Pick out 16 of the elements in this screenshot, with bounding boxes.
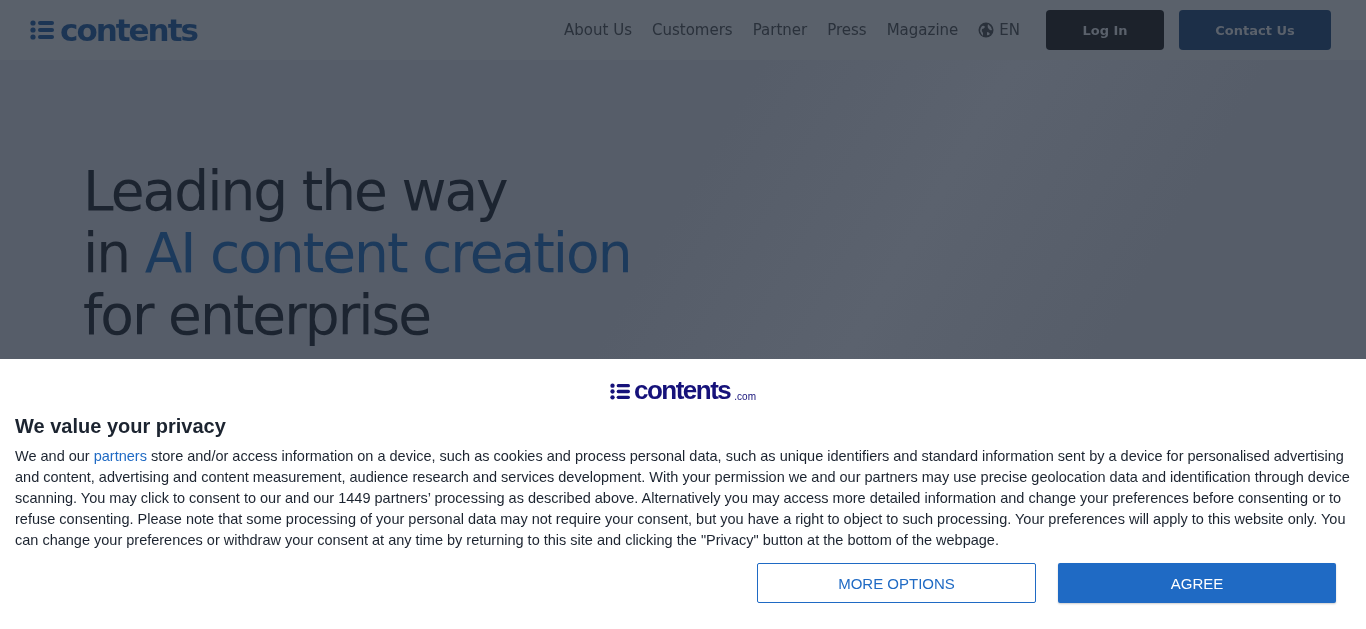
globe-icon [978,22,995,38]
login-button[interactable]: Log In [1046,10,1164,50]
headline-text: for enterprise [83,284,431,346]
headline-text: in AI content creation [83,222,631,284]
list-icon [30,20,54,40]
logo-text: contents [634,377,731,403]
agree-button[interactable]: AGREE [1058,563,1336,603]
list-icon [610,383,630,400]
logo-suffix: .com [734,391,756,402]
partners-link[interactable]: partners [93,448,147,464]
more-options-button[interactable]: MORE OPTIONS [757,563,1036,603]
consent-text: We and our partners store and/or access information on a device, such as cookies and process personal data, such as unique identifiers and standard information sent by a device for personalised advertising and content, advertising and content measurement, audience research and services development. With your permission we and our partners may use precise geolocation data and identification through device scanning. You may click to consent to our and our 1449 partners’ processing as described above. Alternatively you may access more detailed information and change your preferences before consenting or to refuse consenting. Please note that some processing of your personal data may not require your consent, but you have a right to object to such processing. Your preferences will apply to this website only. You can change your preferences or withdraw your consent at any time by returning to this site and clicking the "Privacy" button at the bottom of the webpage. [15,447,1351,550]
contact-button[interactable]: Contact Us [1179,10,1331,50]
headline-text: Leading the way [83,160,507,222]
consent-title: We value your privacy [15,415,227,438]
logo-text: contents [60,14,197,46]
